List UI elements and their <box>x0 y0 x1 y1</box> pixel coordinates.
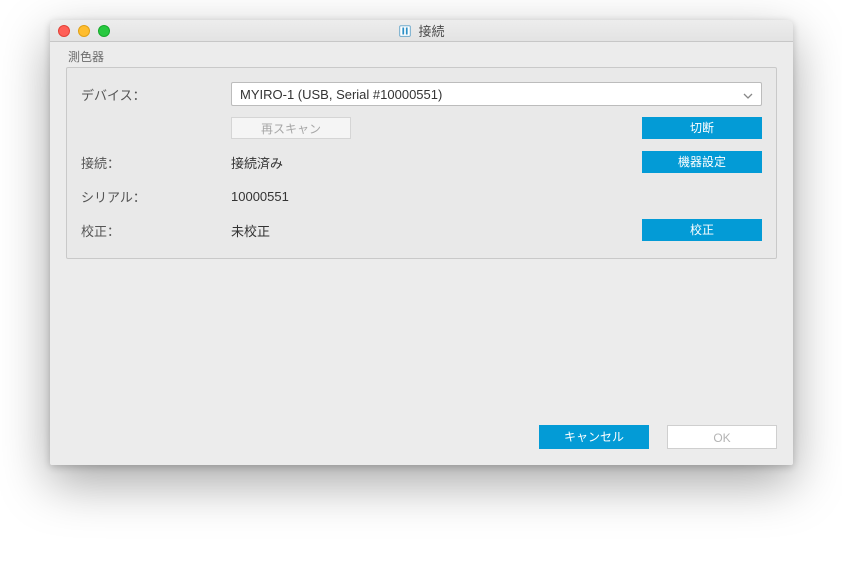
ok-button: OK <box>667 425 777 449</box>
connection-row: 接続： 接続済み 機器設定 <box>81 148 762 176</box>
title-content: 接続 <box>398 21 444 40</box>
calibration-row: 校正： 未校正 校正 <box>81 216 762 244</box>
dialog-footer: キャンセル OK <box>66 413 777 449</box>
calibration-label: 校正： <box>81 221 231 240</box>
serial-row: シリアル： 10000551 <box>81 182 762 210</box>
cancel-button[interactable]: キャンセル <box>539 425 649 449</box>
device-select[interactable]: MYIRO-1 (USB, Serial #10000551) <box>231 82 762 106</box>
group-label: 測色器 <box>68 48 777 65</box>
calibrate-button[interactable]: 校正 <box>642 219 762 241</box>
instrument-fieldset: デバイス： MYIRO-1 (USB, Serial #10000551) 再ス… <box>66 67 777 259</box>
device-settings-button[interactable]: 機器設定 <box>642 151 762 173</box>
serial-label: シリアル： <box>81 187 231 206</box>
device-select-value: MYIRO-1 (USB, Serial #10000551) <box>240 87 442 102</box>
titlebar: 接続 <box>50 20 793 42</box>
window-body: 測色器 デバイス： MYIRO-1 (USB, Serial #10000551… <box>50 42 793 465</box>
rescan-row: 再スキャン 切断 <box>81 114 762 142</box>
app-icon <box>398 24 412 38</box>
close-icon[interactable] <box>58 25 70 37</box>
dialog-window: 接続 測色器 デバイス： MYIRO-1 (USB, Serial #10000… <box>50 20 793 465</box>
window-controls <box>58 25 110 37</box>
chevron-down-icon <box>743 87 753 102</box>
connection-value: 接続済み <box>231 153 638 172</box>
connection-label: 接続： <box>81 153 231 172</box>
calibration-value: 未校正 <box>231 221 638 240</box>
window-title: 接続 <box>418 21 444 40</box>
device-row: デバイス： MYIRO-1 (USB, Serial #10000551) <box>81 80 762 108</box>
serial-value: 10000551 <box>231 189 638 204</box>
disconnect-button[interactable]: 切断 <box>642 117 762 139</box>
minimize-icon[interactable] <box>78 25 90 37</box>
device-label: デバイス： <box>81 85 231 104</box>
zoom-icon[interactable] <box>98 25 110 37</box>
rescan-button: 再スキャン <box>231 117 351 139</box>
